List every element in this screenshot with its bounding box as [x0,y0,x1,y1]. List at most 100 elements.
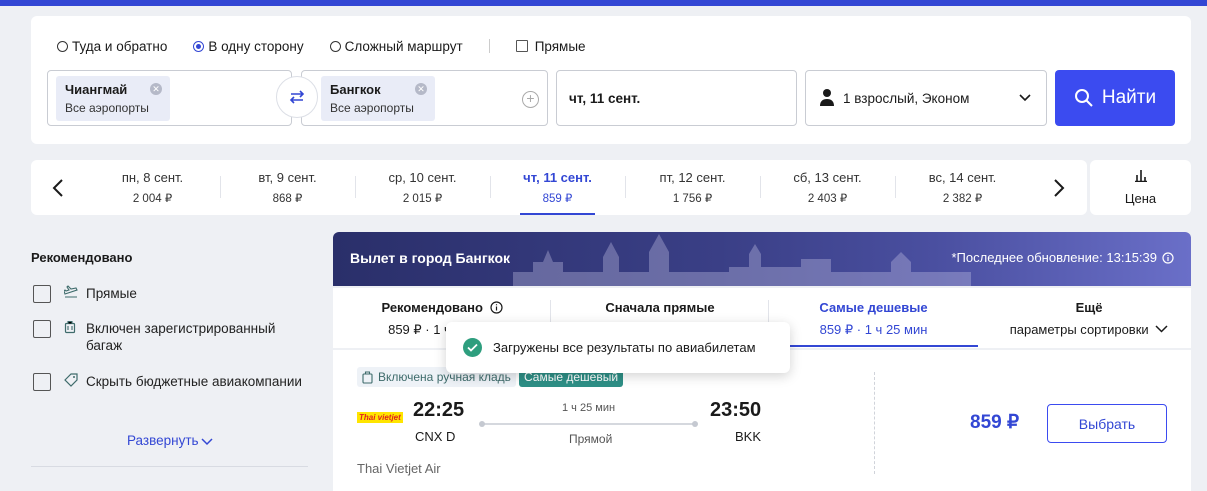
departure-airport: CNX D [415,429,456,444]
last-updated-text: *Последнее обновление: 13:15:39 [951,250,1157,265]
date-field[interactable]: чт, 11 сент. [556,70,797,126]
origin-airports: Все аэропорты [65,101,149,115]
date-label: пт, 12 сент. [659,170,726,185]
destination-airports: Все аэропорты [330,101,414,115]
luggage-icon [64,320,76,334]
filters-panel: Рекомендовано Прямые Включен зарегистрир… [31,250,311,467]
radio-multi-city[interactable]: Сложный маршрут [329,38,463,54]
date-label: вс, 14 сент. [928,170,997,185]
remove-destination-icon[interactable]: ✕ [415,83,427,95]
radio-indicator[interactable] [57,40,68,52]
radio-label: Сложный маршрут [344,38,463,54]
divider [355,176,356,198]
results-loaded-toast: Загружены все результаты по авиабилетам [446,322,790,373]
date-option[interactable]: вт, 9 сент. 868 ₽ [220,160,355,215]
sort-tab-more[interactable]: Ещё параметры сортировки [987,288,1191,348]
checkbox-box[interactable] [33,285,51,303]
route-line [479,421,698,427]
checkbox-box[interactable] [33,320,51,338]
date-price: 868 ₽ [272,193,303,205]
airline-name: Thai Vietjet Air [357,461,441,476]
plane-icon [64,285,78,298]
origin-city: Чиангмай [65,82,128,97]
date-price: 859 ₽ [542,193,573,205]
radio-one-way[interactable]: В одну сторону [193,39,304,54]
prev-dates-button[interactable] [31,160,85,215]
trip-type-row: Туда и обратно В одну сторону Сложный ма… [57,38,586,54]
date-price: 2 403 ₽ [807,193,848,205]
bar-chart-icon [1134,170,1147,183]
chevron-down-icon [201,437,213,445]
chevron-down-icon [1019,94,1031,102]
date-label: чт, 11 сент. [523,170,592,185]
direct-only-checkbox[interactable]: Прямые [515,38,586,54]
date-option[interactable]: пн, 8 сент. 2 004 ₽ [85,160,220,215]
date-value: чт, 11 сент. [569,91,641,106]
filter-label: Скрыть бюджетные авиакомпании [86,374,302,389]
checkbox-label: Прямые [534,38,586,54]
stops-label: Прямой [569,432,613,446]
top-accent-bar [0,0,1207,6]
info-icon[interactable] [1162,251,1174,264]
date-option[interactable]: сб, 13 сент. 2 403 ₽ [760,160,895,215]
divider [760,176,761,198]
radio-round-trip[interactable]: Туда и обратно [57,39,167,54]
swap-button[interactable] [276,76,318,118]
search-button-label: Найти [1101,87,1157,108]
last-updated: *Последнее обновление: 13:15:39 [951,250,1174,265]
date-option-selected[interactable]: чт, 11 сент. 859 ₽ [490,160,625,215]
origin-city-tag[interactable]: Чиангмай Все аэропорты ✕ [56,76,170,121]
sort-tab-sub: параметры сортировки [987,322,1191,337]
divider [220,176,221,198]
filter-direct[interactable]: Прямые [31,285,308,303]
expand-filters-link[interactable]: Развернуть [127,433,213,448]
date-option[interactable]: пт, 12 сент. 1 756 ₽ [625,160,760,215]
date-price: 2 382 ₽ [942,193,983,205]
radio-label: Туда и обратно [72,38,168,54]
price-chart-button[interactable]: Цена [1090,160,1191,215]
search-icon [1074,89,1093,107]
toast-message: Загружены все результаты по авиабилетам [493,340,756,355]
destination-field[interactable]: Бангкок Все аэропорты ✕ + [301,70,548,126]
arrival-airport: BKK [735,429,762,444]
checkbox-box[interactable] [33,373,51,391]
destination-city-tag[interactable]: Бангкок Все аэропорты ✕ [321,76,435,121]
date-label: пн, 8 сент. [121,170,184,185]
airline-logo: Thai vietjet [357,412,403,423]
add-destination-icon[interactable]: + [522,91,539,108]
expand-label: Развернуть [127,433,199,448]
date-option[interactable]: ср, 10 сент. 2 015 ₽ [355,160,490,215]
info-icon[interactable] [489,301,503,314]
sort-tab-title: Самые дешевые [819,300,928,315]
filter-baggage[interactable]: Включен зарегистрированный багаж [31,320,308,354]
chevron-left-icon [52,178,63,197]
checkbox-box[interactable] [515,40,528,52]
sort-tab-title: Ещё [1075,300,1103,315]
origin-field[interactable]: Чиангмай Все аэропорты ✕ [47,70,292,126]
sort-tab-cheapest[interactable]: Самые дешевые 859 ₽ · 1 ч 25 мин [769,288,978,348]
date-label: ср, 10 сент. [388,170,457,185]
chevron-right-icon [1054,178,1065,197]
filter-budget[interactable]: Скрыть бюджетные авиакомпании [31,373,308,391]
sort-tab-title: Сначала прямые [605,300,715,315]
divider [488,39,490,53]
banner-title: Вылет в город Бангкок [350,250,511,266]
divider [490,176,491,198]
date-label: вт, 9 сент. [258,170,317,185]
passengers-field[interactable]: 1 взрослый, Эконом [805,70,1047,126]
remove-origin-icon[interactable]: ✕ [150,83,162,95]
sort-tab-sub-text: параметры сортировки [1009,322,1149,337]
destination-city: Бангкок [330,82,381,97]
tag-icon [64,373,78,387]
luggage-icon [362,370,373,384]
select-flight-button[interactable]: Выбрать [1047,404,1167,443]
date-price: 1 756 ₽ [672,193,713,205]
next-dates-button[interactable] [1032,160,1086,215]
flight-duration: 1 ч 25 мин [562,402,616,414]
search-button[interactable]: Найти [1055,70,1175,126]
radio-indicator[interactable] [329,40,341,52]
search-panel: Туда и обратно В одну сторону Сложный ма… [31,16,1191,144]
date-option[interactable]: вс, 14 сент. 2 382 ₽ [895,160,1030,215]
sort-tab-sub: 859 ₽ · 1 ч 25 мин [819,322,928,337]
radio-indicator[interactable] [193,40,205,52]
